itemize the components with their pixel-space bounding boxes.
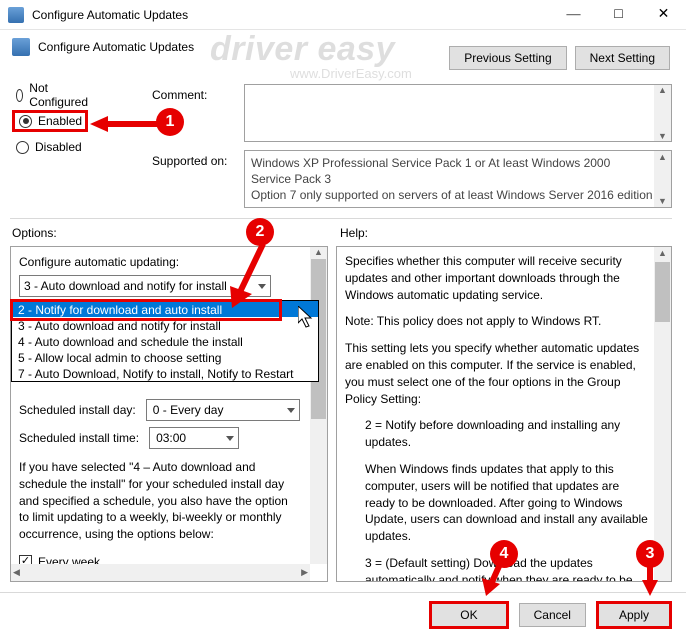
radio-icon — [16, 141, 29, 154]
close-button[interactable]: ✕ — [641, 0, 686, 30]
options-note: If you have selected "4 – Auto download … — [19, 459, 299, 543]
help-paragraph: 2 = Notify before downloading and instal… — [365, 417, 651, 451]
app-icon — [8, 7, 24, 23]
supported-on-label: Supported on: — [152, 154, 227, 168]
policy-icon — [12, 38, 30, 56]
sched-time-row: Scheduled install time: 03:00 — [19, 427, 319, 449]
annotation-arrow-1 — [90, 114, 160, 134]
dropdown-item[interactable]: 5 - Allow local admin to choose setting — [12, 349, 318, 365]
nav-buttons: Previous Setting Next Setting — [449, 46, 670, 70]
help-paragraph: 3 = (Default setting) Download the updat… — [365, 555, 651, 582]
apply-button[interactable]: Apply — [596, 601, 672, 629]
dialog-title: Configure Automatic Updates — [38, 40, 194, 54]
sched-day-label: Scheduled install day: — [19, 403, 136, 417]
previous-setting-button[interactable]: Previous Setting — [449, 46, 566, 70]
window-title: Configure Automatic Updates — [32, 8, 551, 22]
comment-label: Comment: — [152, 88, 207, 102]
separator — [10, 218, 672, 219]
radio-label: Enabled — [38, 114, 82, 128]
radio-icon — [19, 115, 32, 128]
radio-enabled[interactable]: Enabled — [12, 110, 88, 132]
dropdown-item[interactable]: 7 - Auto Download, Notify to install, No… — [12, 365, 318, 381]
options-panel: Configure automatic updating: 3 - Auto d… — [10, 246, 328, 582]
annotation-badge-1: 1 — [156, 108, 184, 136]
titlebar: Configure Automatic Updates — □ ✕ — [0, 0, 686, 30]
help-paragraph: When Windows finds updates that apply to… — [365, 461, 651, 545]
watermark-url: www.DriverEasy.com — [290, 66, 412, 81]
dialog-footer: OK Cancel Apply — [0, 592, 686, 636]
dropdown-item[interactable]: 3 - Auto download and notify for install — [12, 317, 318, 333]
comment-textarea[interactable]: ▲▼ — [244, 84, 672, 142]
config-updating-select[interactable]: 3 - Auto download and notify for install — [19, 275, 271, 297]
radio-label: Not Configured — [29, 81, 88, 109]
supported-on-text: Windows XP Professional Service Pack 1 o… — [244, 150, 672, 208]
config-updating-label: Configure automatic updating: — [19, 255, 319, 269]
dropdown-item[interactable]: 4 - Auto download and schedule the insta… — [12, 333, 318, 349]
supported-scrollbar[interactable]: ▲▼ — [654, 151, 671, 207]
supported-on-value: Windows XP Professional Service Pack 1 o… — [251, 156, 653, 202]
comment-scrollbar[interactable]: ▲▼ — [654, 85, 671, 141]
help-paragraph: Specifies whether this computer will rec… — [345, 253, 651, 303]
maximize-button[interactable]: □ — [596, 0, 641, 30]
help-label: Help: — [340, 226, 368, 240]
help-v-scrollbar[interactable]: ▲ — [654, 247, 671, 581]
help-paragraph: Note: This policy does not apply to Wind… — [345, 313, 651, 330]
radio-disabled[interactable]: Disabled — [12, 136, 88, 158]
ok-button[interactable]: OK — [429, 601, 508, 629]
config-updating-dropdown[interactable]: 2 - Notify for download and auto install… — [11, 300, 319, 382]
state-radio-group: Not Configured Enabled Disabled — [12, 84, 88, 158]
dropdown-item[interactable]: 2 - Notify for download and auto install — [12, 301, 318, 317]
sched-time-select[interactable]: 03:00 — [149, 427, 239, 449]
sched-day-select[interactable]: 0 - Every day — [146, 399, 300, 421]
sched-time-label: Scheduled install time: — [19, 431, 139, 445]
options-label: Options: — [12, 226, 57, 240]
radio-not-configured[interactable]: Not Configured — [12, 84, 88, 106]
help-panel: Specifies whether this computer will rec… — [336, 246, 672, 582]
cancel-button[interactable]: Cancel — [519, 603, 586, 627]
radio-icon — [16, 89, 23, 102]
options-h-scrollbar[interactable]: ◀▶ — [11, 564, 310, 581]
options-v-scrollbar[interactable]: ▲ — [310, 247, 327, 564]
annotation-badge-2: 2 — [246, 218, 274, 246]
radio-label: Disabled — [35, 140, 82, 154]
select-value: 3 - Auto download and notify for install — [24, 279, 227, 293]
help-paragraph: This setting lets you specify whether au… — [345, 340, 651, 407]
next-setting-button[interactable]: Next Setting — [575, 46, 670, 70]
sched-day-row: Scheduled install day: 0 - Every day — [19, 399, 319, 421]
minimize-button[interactable]: — — [551, 0, 596, 30]
